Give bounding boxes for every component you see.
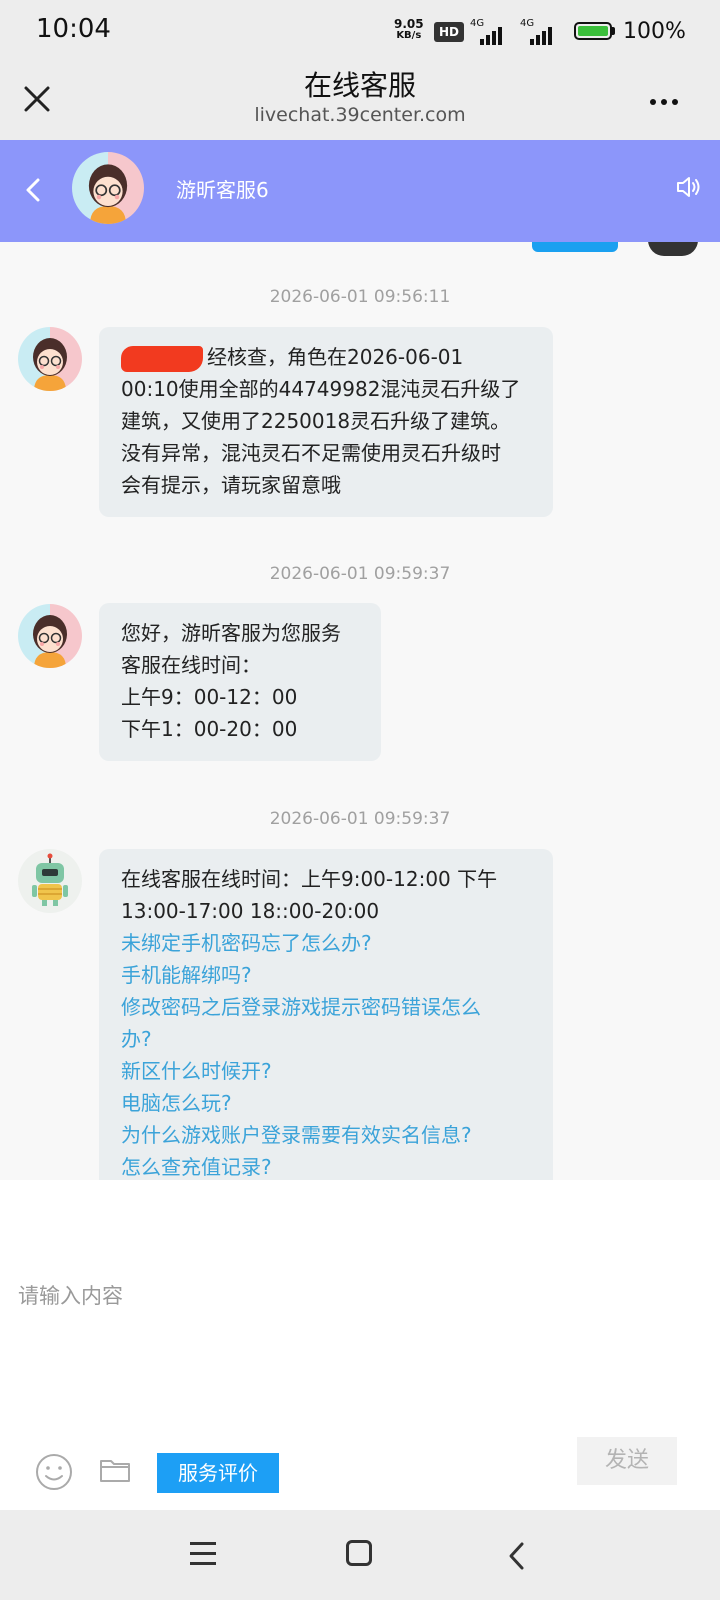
more-dots-icon[interactable] (650, 90, 690, 105)
avatar (18, 604, 82, 668)
message-line: 下午1：00-20：00 (121, 717, 298, 741)
avatar (18, 327, 82, 391)
faq-link[interactable]: 未绑定手机密码忘了怎么办? (121, 927, 531, 959)
message-line: 您好，游昕客服为您服务 (121, 621, 341, 645)
message-timestamp: 2026-06-01 09:59:37 (269, 564, 451, 584)
message-line: 经核查，角色在2026-06-01 (121, 341, 531, 373)
send-button[interactable]: 发送 (577, 1437, 677, 1485)
page-url: livechat.39center.com (254, 104, 466, 126)
faq-link[interactable]: 为什么游戏账户登录需要有效实名信息? (121, 1119, 531, 1151)
message-line: 建筑，又使用了2250018灵石升级了建筑。 (121, 409, 511, 433)
avatar (72, 152, 144, 224)
back-icon[interactable] (506, 1540, 528, 1572)
chat-bubble: 在线客服在线时间：上午9:00-12:00 下午 13:00-17:00 18:… (99, 849, 553, 1180)
message-line: 客服在线时间： (121, 653, 261, 677)
faq-link[interactable]: 修改密码之后登录游戏提示密码错误怎么 (121, 991, 531, 1023)
speaker-icon[interactable] (674, 172, 704, 202)
message-line: 没有异常，混沌灵石不足需使用灵石升级时 (121, 441, 501, 465)
faq-link[interactable]: 新区什么时候开? (121, 1055, 531, 1087)
robot-icon (18, 849, 82, 913)
battery-icon (574, 22, 612, 40)
redacted-name (121, 345, 203, 372)
status-time: 10:04 (36, 14, 111, 44)
faq-link[interactable]: 手机能解绑吗? (121, 959, 531, 991)
previous-message-stub (532, 242, 618, 252)
battery-tip (612, 27, 615, 35)
menu-icon[interactable] (190, 1542, 216, 1566)
emoji-icon[interactable] (34, 1452, 74, 1492)
message-input[interactable] (18, 1284, 558, 1308)
message-line: 在线客服在线时间：上午9:00-12:00 下午 (121, 867, 498, 891)
home-icon[interactable] (346, 1540, 372, 1566)
rate-service-button[interactable]: 服务评价 (157, 1453, 279, 1493)
previous-avatar-stub (648, 242, 698, 256)
faq-link[interactable]: 电脑怎么玩? (121, 1087, 531, 1119)
faq-link[interactable]: 怎么查充值记录? (121, 1151, 531, 1180)
folder-icon[interactable] (98, 1454, 132, 1486)
chat-bubble: 您好，游昕客服为您服务 客服在线时间： 上午9：00-12：00 下午1：00-… (99, 603, 381, 761)
message-line: 会有提示，请玩家留意哦 (121, 473, 341, 497)
hd-badge: HD (434, 22, 464, 42)
network-speed: 9.05 KB/s (394, 17, 424, 41)
chat-messages[interactable]: 2026-06-01 09:56:11 经核查，角色在2026-06-01 00… (0, 242, 720, 1180)
battery-percent: 100% (623, 19, 686, 44)
message-timestamp: 2026-06-01 09:59:37 (269, 809, 451, 829)
chat-bubble: 经核查，角色在2026-06-01 00:10使用全部的44749982混沌灵石… (99, 327, 553, 517)
page-title: 在线客服 (303, 69, 416, 102)
message-line: 13:00-17:00 18::00-20:00 (121, 899, 380, 923)
faq-link[interactable]: 办? (121, 1023, 531, 1055)
signal-icon: 4G (470, 18, 510, 45)
signal-icon: 4G (520, 18, 560, 45)
message-timestamp: 2026-06-01 09:56:11 (269, 287, 451, 307)
message-line: 上午9：00-12：00 (121, 685, 298, 709)
message-line: 00:10使用全部的44749982混沌灵石升级了 (121, 377, 521, 401)
agent-name: 游昕客服6 (176, 178, 269, 202)
chevron-left-icon[interactable] (20, 172, 46, 208)
